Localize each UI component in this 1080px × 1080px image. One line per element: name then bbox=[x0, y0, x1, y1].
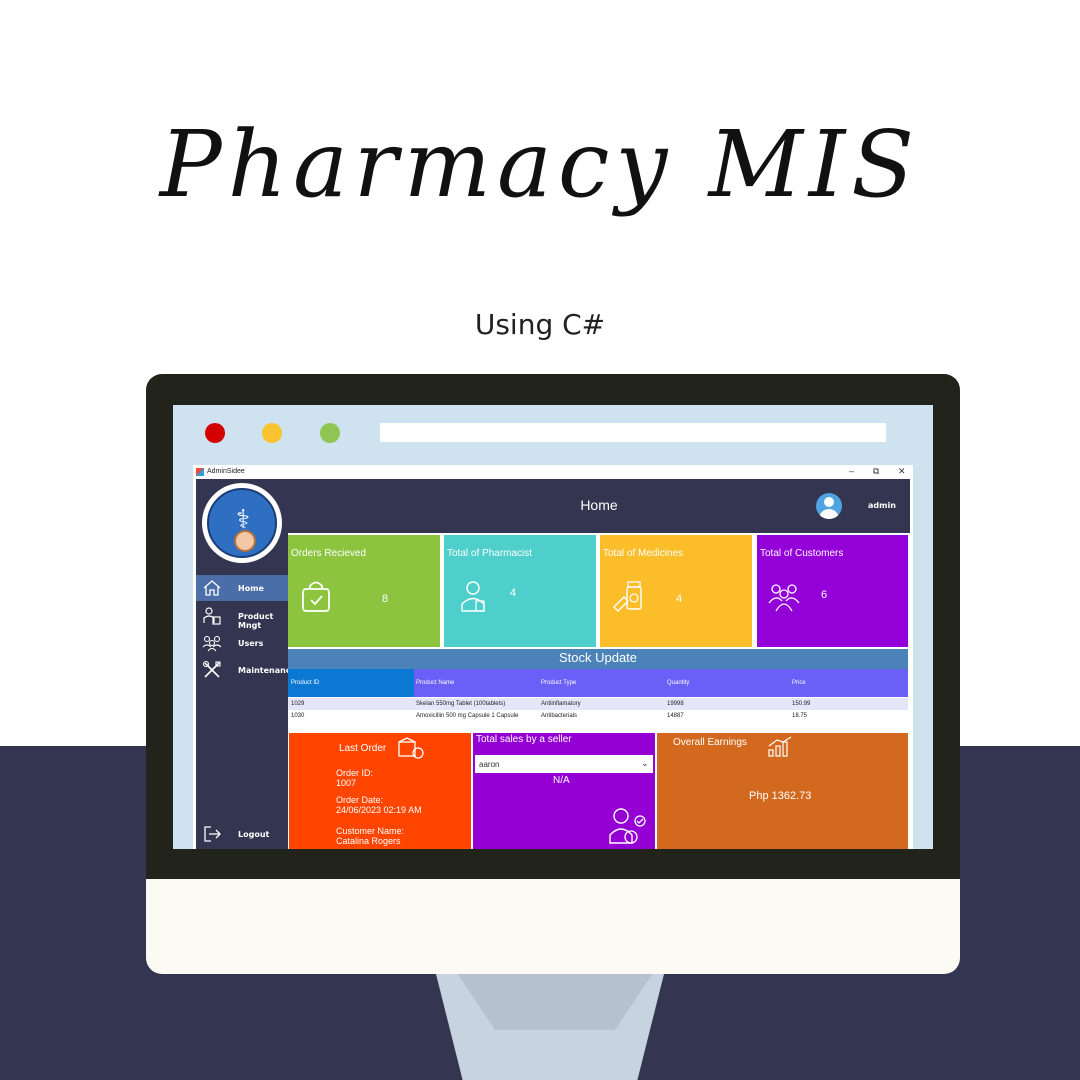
pharmacist-icon bbox=[461, 581, 485, 612]
restore-button[interactable]: ⧉ bbox=[873, 466, 879, 477]
close-button[interactable]: ✕ bbox=[898, 466, 906, 477]
order-date-label: Order Date: bbox=[336, 795, 384, 805]
last-order-title: Last Order bbox=[339, 743, 387, 754]
column-header-product-name[interactable]: Product Name bbox=[416, 680, 454, 686]
earnings-title: Overall Earnings bbox=[673, 737, 747, 748]
customer-name-value: Catalina Rogers bbox=[336, 836, 401, 846]
order-date-value: 24/06/2023 02:19 AM bbox=[336, 805, 422, 815]
minimize-button[interactable]: – bbox=[849, 466, 854, 476]
sidebar: ⚕ Home Product Mngt Users Maintenance Lo… bbox=[196, 479, 296, 849]
seller-money-icon bbox=[609, 808, 646, 844]
avatar-head bbox=[824, 497, 834, 507]
pharmacy-logo: ⚕ bbox=[202, 483, 282, 563]
delivery-box-icon bbox=[398, 737, 424, 759]
card-title: Orders Recieved bbox=[291, 548, 367, 559]
customers-icon bbox=[768, 584, 800, 612]
app-window: AdminSidee – ⧉ ✕ ⚕ Home Product Mngt Use… bbox=[193, 465, 913, 849]
sidebar-item-label: Home bbox=[238, 584, 264, 593]
sidebar-item-label: Users bbox=[238, 639, 264, 648]
column-header-price[interactable]: Price bbox=[792, 680, 806, 686]
sidebar-item-maintenance[interactable]: Maintenance bbox=[196, 657, 296, 683]
header: Home admin bbox=[288, 479, 910, 533]
sidebar-item-product-mngt[interactable]: Product Mngt bbox=[196, 603, 288, 630]
table-cell: Skelan 550mg Tablet (100tablets) bbox=[416, 701, 506, 707]
logo-emblem: ⚕ bbox=[207, 488, 277, 558]
card-total-medicines: Total of Medicines 4 bbox=[600, 535, 752, 647]
poster-headline: Pharmacy MIS bbox=[159, 111, 921, 218]
seller-select[interactable]: aaron ⌄ bbox=[475, 755, 653, 773]
earnings-panel: Overall Earnings Php 1362.73 bbox=[657, 733, 908, 849]
card-value: 8 bbox=[382, 593, 389, 605]
card-value: 4 bbox=[510, 587, 517, 599]
order-id-value: 1007 bbox=[336, 778, 357, 788]
product-management-icon bbox=[203, 607, 221, 625]
sidebar-item-users[interactable]: Users bbox=[196, 630, 288, 656]
column-headers: Product Name Product Type Quantity Price bbox=[414, 669, 908, 697]
table-cell: Antiinflamatory bbox=[541, 701, 581, 707]
table-cell: Amoxicillin 500 mg Capsule 1 Capsule bbox=[416, 713, 519, 719]
monitor: AdminSidee – ⧉ ✕ ⚕ Home Product Mngt Use… bbox=[146, 374, 960, 974]
minimize-dot[interactable] bbox=[262, 423, 282, 443]
avatar[interactable] bbox=[816, 493, 842, 519]
table-row[interactable]: 1029 Skelan 550mg Tablet (100tablets) An… bbox=[288, 698, 908, 710]
chevron-down-icon: ⌄ bbox=[641, 758, 649, 768]
card-title: Total of Pharmacist bbox=[447, 548, 533, 559]
customer-name-label: Customer Name: bbox=[336, 826, 405, 836]
table-row[interactable]: 1030 Amoxicillin 500 mg Capsule 1 Capsul… bbox=[288, 710, 908, 722]
seller-sales-panel: Total sales by a seller aaron ⌄ N/A bbox=[473, 733, 655, 849]
main-content: Home admin Orders Recieved 8 Total of Ph… bbox=[288, 479, 910, 849]
table-cell: 14887 bbox=[667, 713, 684, 719]
column-header-label: Product ID bbox=[291, 680, 320, 686]
card-title: Total of Medicines bbox=[603, 548, 684, 559]
home-icon bbox=[203, 580, 221, 596]
table-cell: 1029 bbox=[291, 701, 305, 707]
users-icon bbox=[202, 635, 222, 652]
table-cell: 18.75 bbox=[792, 713, 808, 719]
sidebar-item-label: Product Mngt bbox=[238, 612, 274, 630]
card-total-customers: Total of Customers 6 bbox=[757, 535, 908, 647]
avatar-body bbox=[819, 509, 839, 519]
card-orders-received: Orders Recieved 8 bbox=[288, 535, 440, 647]
column-header-product-type[interactable]: Product Type bbox=[541, 680, 576, 686]
poster-subtitle: Using C# bbox=[474, 308, 606, 341]
username: admin bbox=[868, 501, 896, 510]
table-cell: 150.99 bbox=[792, 701, 811, 707]
card-total-pharmacist: Total of Pharmacist 4 bbox=[444, 535, 596, 647]
sidebar-item-home[interactable]: Home bbox=[196, 575, 288, 601]
earnings-chart-icon bbox=[768, 736, 792, 757]
seller-select-value: aaron bbox=[479, 760, 500, 769]
window-title: AdminSidee bbox=[207, 468, 245, 475]
column-header-quantity[interactable]: Quantity bbox=[667, 680, 689, 686]
mascot-icon bbox=[234, 530, 256, 552]
table-cell: Antibacterials bbox=[541, 713, 578, 719]
seller-sales-title: Total sales by a seller bbox=[476, 734, 572, 745]
monitor-chin bbox=[146, 879, 960, 974]
close-dot[interactable] bbox=[205, 423, 225, 443]
table-cell: 19998 bbox=[667, 701, 684, 707]
logout-icon bbox=[204, 826, 221, 842]
logout-label: Logout bbox=[238, 830, 270, 839]
logout-button[interactable]: Logout bbox=[196, 821, 288, 847]
earnings-value: Php 1362.73 bbox=[749, 790, 812, 802]
seller-sales-result: N/A bbox=[553, 775, 570, 786]
stock-update-header: Stock Update bbox=[288, 649, 908, 669]
medicines-icon bbox=[613, 581, 642, 612]
app-icon bbox=[196, 468, 204, 476]
card-value: 4 bbox=[676, 593, 683, 605]
address-bar[interactable] bbox=[380, 423, 886, 442]
column-header-product-id[interactable]: Product ID bbox=[288, 669, 414, 697]
window-titlebar: AdminSidee – ⧉ ✕ bbox=[193, 465, 913, 479]
maximize-dot[interactable] bbox=[320, 423, 340, 443]
table-cell: 1030 bbox=[291, 713, 305, 719]
card-title: Total of Customers bbox=[760, 548, 844, 559]
order-id-label: Order ID: bbox=[336, 768, 374, 778]
monitor-screen: AdminSidee – ⧉ ✕ ⚕ Home Product Mngt Use… bbox=[173, 405, 933, 849]
maintenance-icon bbox=[202, 660, 221, 678]
shopping-bag-icon bbox=[302, 581, 330, 612]
card-value: 6 bbox=[821, 589, 828, 601]
last-order-panel: Last Order Order ID: 1007 Order Date: 24… bbox=[289, 733, 471, 849]
